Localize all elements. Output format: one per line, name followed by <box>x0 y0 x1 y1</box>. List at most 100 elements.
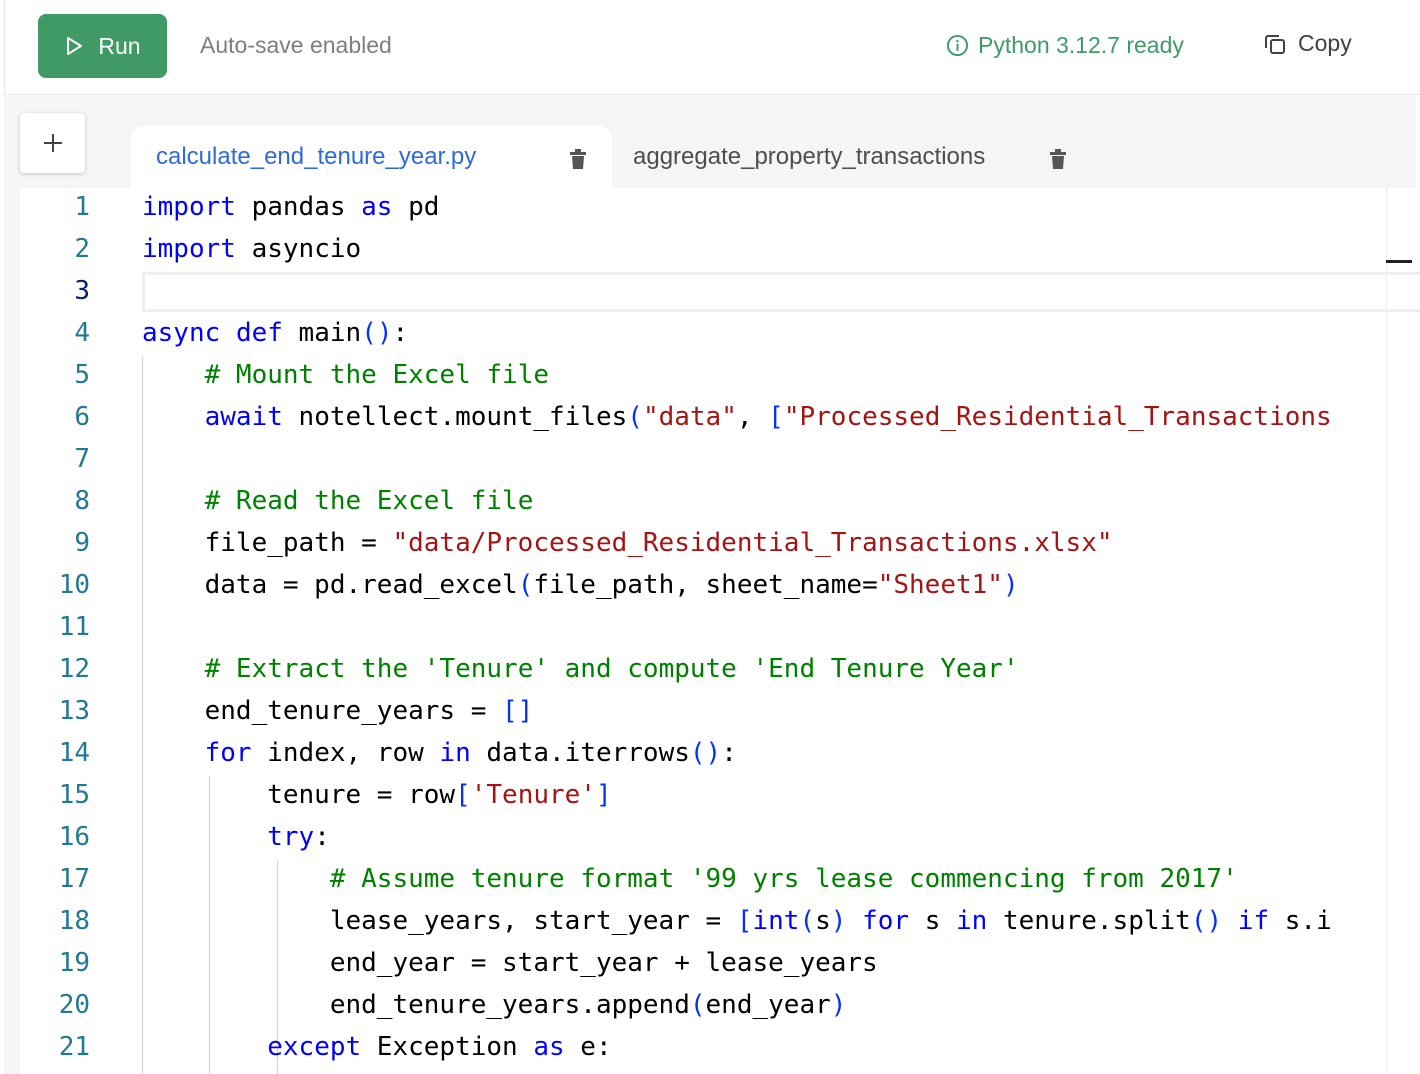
code-token: () <box>361 318 393 348</box>
code-token: ) <box>830 906 847 936</box>
line-number: 18 <box>58 906 90 936</box>
code-token: , <box>736 402 769 432</box>
vertical-scrollbar[interactable] <box>1386 188 1387 1074</box>
code-token: ) <box>1002 570 1019 600</box>
code-token: # Assume tenure format '99 yrs lease com… <box>329 864 1238 894</box>
code-token: "Processed_Residential_Transactions <box>783 402 1332 432</box>
code-line: await notellect.mount_files("data", ["Pr… <box>142 402 1332 432</box>
code-token: as <box>533 1032 565 1062</box>
line-number: 17 <box>58 864 90 894</box>
code-line: # Assume tenure format '99 yrs lease com… <box>142 864 1238 894</box>
code-token: # Extract the 'Tenure' and compute 'End … <box>204 654 1019 684</box>
line-number: 7 <box>74 444 90 474</box>
code-token: s <box>909 906 957 936</box>
code-token: end_tenure_years = <box>142 696 503 726</box>
line-number: 5 <box>74 360 90 390</box>
line-number: 10 <box>58 570 90 600</box>
code-token: main <box>282 318 362 348</box>
code-line: tenure = row['Tenure'] <box>142 780 612 810</box>
code-token: : <box>314 822 330 852</box>
current-line-highlight <box>142 272 1420 312</box>
code-token: for <box>862 906 910 936</box>
code-token: def <box>235 318 283 348</box>
code-token: asyncio <box>235 234 362 264</box>
code-token: if <box>1237 906 1270 936</box>
code-token: pd <box>392 192 440 222</box>
trash-icon[interactable] <box>1049 148 1067 170</box>
code-token: e: <box>564 1032 612 1062</box>
line-number: 4 <box>74 318 90 348</box>
line-number: 9 <box>74 528 90 558</box>
code-token: import <box>142 192 236 222</box>
code-token: Exception <box>361 1032 534 1062</box>
line-number: 19 <box>58 948 90 978</box>
copy-button[interactable]: Copy <box>1263 30 1352 57</box>
code-line: import pandas as pd <box>142 192 439 222</box>
code-token: for <box>204 738 252 768</box>
code-line: end_tenure_years.append(end_year) <box>142 990 847 1020</box>
code-line: async def main(): <box>142 318 408 348</box>
line-number: 8 <box>74 486 90 516</box>
toolbar: Run Auto-save enabled Python 3.12.7 read… <box>4 0 1420 95</box>
code-token: s <box>815 906 831 936</box>
line-number: 3 <box>74 276 90 306</box>
code-token: tenure = row <box>142 780 456 810</box>
code-editor[interactable]: 1 2 3 4 5 6 7 8 9 10 11 12 13 14 15 16 17 18 19 20 21 import… <box>20 188 1420 1074</box>
run-button-label: Run <box>98 32 141 59</box>
code-token: await <box>204 402 283 432</box>
line-number: 16 <box>58 822 90 852</box>
code-line: for index, row in data.iterrows(): <box>142 738 737 768</box>
line-number: 14 <box>58 738 90 768</box>
code-token: 'Tenure' <box>470 780 596 810</box>
tab-aggregate-property-transactions[interactable]: aggregate_property_transactions <box>633 126 1078 188</box>
code-token: # Read the Excel file <box>204 486 534 516</box>
code-token: tenure.split <box>987 906 1191 936</box>
code-token: lease_years, start_year = <box>142 906 737 936</box>
add-tab-button[interactable] <box>20 113 85 173</box>
line-number: 13 <box>58 696 90 726</box>
code-token: try <box>267 822 315 852</box>
code-token: ) <box>830 990 847 1020</box>
tab-calculate-end-tenure-year[interactable]: calculate_end_tenure_year.py <box>131 126 612 188</box>
code-token: in <box>956 906 988 936</box>
code-line: # Extract the 'Tenure' and compute 'End … <box>142 654 1019 684</box>
code-token: except <box>267 1032 362 1062</box>
line-number: 12 <box>58 654 90 684</box>
play-icon <box>67 37 83 55</box>
code-token: data.iterrows <box>470 738 690 768</box>
code-token: () <box>1190 906 1223 936</box>
kernel-status: Python 3.12.7 ready <box>946 32 1184 59</box>
line-number-gutter: 1 2 3 4 5 6 7 8 9 10 11 12 13 14 15 16 17 18 19 20 21 <box>20 188 120 1074</box>
code-line: lease_years, start_year = [int(s) for s … <box>142 906 1332 936</box>
run-button[interactable]: Run <box>38 14 167 78</box>
line-number: 11 <box>58 612 90 642</box>
code-token: import <box>142 234 236 264</box>
line-number: 2 <box>74 234 90 264</box>
code-line: # Read the Excel file <box>142 486 534 516</box>
line-number: 20 <box>58 990 90 1020</box>
code-token: "Sheet1" <box>877 570 1003 600</box>
code-token: ( <box>799 906 816 936</box>
code-token: ( <box>627 402 643 432</box>
code-line: end_year = start_year + lease_years <box>142 948 878 978</box>
code-token: # Mount the Excel file <box>204 360 549 390</box>
scroll-position-marker <box>1386 260 1412 263</box>
code-token: in <box>439 738 471 768</box>
code-token: ] <box>595 780 612 810</box>
code-token: end_year <box>705 990 831 1020</box>
copy-button-label: Copy <box>1298 30 1352 56</box>
code-token: : <box>721 738 737 768</box>
trash-icon[interactable] <box>569 148 587 170</box>
code-line: data = pd.read_excel(file_path, sheet_na… <box>142 570 1019 600</box>
code-line: file_path = "data/Processed_Residential_… <box>142 528 1113 558</box>
code-line: import asyncio <box>142 234 361 264</box>
code-line: except Exception as e: <box>142 1032 612 1062</box>
